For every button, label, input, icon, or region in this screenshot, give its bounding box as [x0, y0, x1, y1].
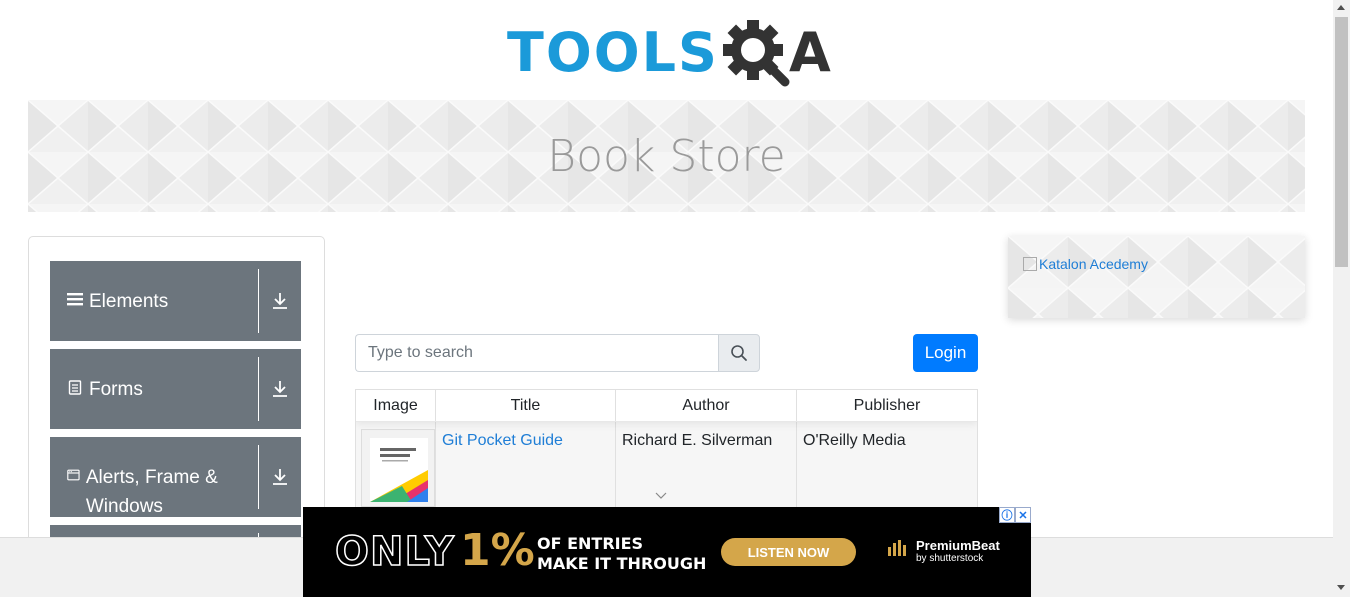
document-icon — [68, 380, 82, 395]
group-label: Alerts, Frame & Windows — [85, 467, 218, 517]
group-header[interactable]: Elements — [50, 261, 258, 341]
book-cover-image — [361, 429, 435, 507]
group-header[interactable]: Forms — [50, 349, 258, 429]
column-header-publisher[interactable]: Publisher — [797, 390, 977, 421]
search-button[interactable] — [718, 334, 760, 372]
book-author: Richard E. Silverman — [622, 432, 773, 449]
column-header-author[interactable]: Author — [616, 390, 797, 421]
ad-badges: ⓘ ✕ — [999, 507, 1031, 523]
search-input[interactable] — [355, 334, 718, 372]
group-header[interactable]: Alerts, Frame & Windows — [50, 437, 258, 517]
side-ad[interactable]: Katalon Acedemy — [1008, 236, 1305, 318]
ad-brand-sub: by shutterstock — [916, 553, 984, 564]
ad-info-icon[interactable]: ⓘ — [999, 507, 1015, 523]
side-ad-alt-text: Katalon Acedemy — [1039, 256, 1148, 272]
scroll-up-arrow-icon[interactable] — [1337, 5, 1345, 10]
column-header-title[interactable]: Title — [436, 390, 616, 421]
search-bar — [355, 334, 760, 372]
ad-line-1: OF ENTRIES — [537, 534, 644, 553]
ad-line-2: MAKE IT THROUGH — [537, 554, 707, 573]
page: TOOLS A Book Store Elements Forms Alerts… — [0, 0, 1350, 597]
book-publisher: O'Reilly Media — [803, 432, 906, 449]
sidebar-group-elements[interactable]: Elements — [50, 261, 301, 341]
chevron-down-icon — [655, 492, 667, 499]
menu-icon — [67, 293, 83, 306]
broken-image-icon — [1023, 257, 1037, 271]
ad-percent-text: 1% — [460, 525, 535, 576]
toolsqa-logo[interactable]: TOOLS A — [507, 16, 831, 90]
page-banner: Book Store — [28, 100, 1305, 212]
group-label: Forms — [89, 379, 143, 400]
sidebar-group-forms[interactable]: Forms — [50, 349, 301, 429]
sidebar: Elements Forms Alerts, Frame & Windows — [28, 236, 325, 556]
sidebar-group-alerts[interactable]: Alerts, Frame & Windows — [50, 437, 301, 517]
download-icon[interactable] — [258, 445, 301, 509]
bottom-ad-banner[interactable]: ONLY 1% OF ENTRIES MAKE IT THROUGH LISTE… — [303, 507, 1031, 597]
ad-listen-now-button[interactable]: LISTEN NOW — [721, 538, 856, 566]
download-icon[interactable] — [258, 357, 301, 421]
scroll-down-arrow-icon[interactable] — [1337, 585, 1345, 590]
page-title: Book Store — [547, 130, 786, 182]
ad-brand: PremiumBeat by shutterstock — [888, 539, 1000, 565]
ad-brand-name: PremiumBeat — [916, 538, 1000, 553]
gear-magnifier-icon — [722, 20, 790, 87]
logo-a-text: A — [788, 21, 831, 84]
ad-headline: OF ENTRIES MAKE IT THROUGH — [537, 534, 706, 574]
window-icon — [67, 469, 80, 481]
table-header: Image Title Author Publisher — [356, 390, 977, 422]
ad-close-icon[interactable]: ✕ — [1015, 507, 1031, 523]
download-icon[interactable] — [258, 269, 301, 333]
column-header-image[interactable]: Image — [356, 390, 436, 421]
login-button[interactable]: Login — [913, 334, 978, 372]
scroll-thumb[interactable] — [1335, 17, 1348, 267]
ad-only-text: ONLY — [334, 529, 455, 575]
group-label: Elements — [89, 291, 169, 312]
book-title-link[interactable]: Git Pocket Guide — [442, 432, 563, 449]
side-ad-pattern — [1008, 236, 1305, 318]
vertical-scrollbar[interactable] — [1333, 0, 1350, 597]
audio-bars-icon — [888, 540, 906, 556]
logo-tools-text: TOOLS — [507, 21, 719, 84]
search-icon — [731, 345, 747, 361]
side-ad-link[interactable]: Katalon Acedemy — [1023, 256, 1148, 272]
